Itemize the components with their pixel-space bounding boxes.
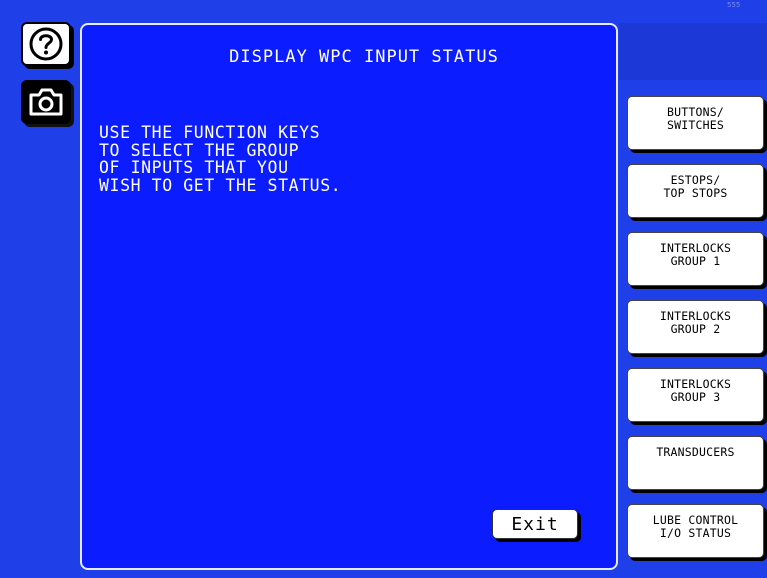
button-label-line2: I/O STATUS	[659, 526, 732, 540]
main-panel: DISPLAY WPC INPUT STATUS USE THE FUNCTIO…	[80, 23, 618, 570]
interlocks-group-3-button[interactable]: INTERLOCKS GROUP 3	[627, 368, 764, 422]
exit-button[interactable]: Exit	[492, 509, 578, 539]
instruction-line: WISH TO GET THE STATUS.	[99, 175, 342, 195]
estops-top-stops-button[interactable]: ESTOPS/ TOP STOPS	[627, 164, 764, 218]
top-right-panel	[619, 23, 767, 80]
screenshot-button[interactable]	[21, 80, 71, 124]
button-label-line1: TRANSDUCERS	[656, 445, 735, 459]
buttons-switches-button[interactable]: BUTTONS/ SWITCHES	[627, 96, 764, 150]
help-button[interactable]	[21, 22, 71, 66]
camera-icon	[29, 88, 63, 116]
interlocks-group-1-button[interactable]: INTERLOCKS GROUP 1	[627, 232, 764, 286]
instruction-line: OF INPUTS THAT YOU	[99, 158, 289, 177]
instruction-line: TO SELECT THE GROUP	[99, 140, 300, 160]
button-label-line2: TOP STOPS	[663, 186, 728, 200]
transducers-button[interactable]: TRANSDUCERS	[627, 436, 764, 490]
button-label-line2: GROUP 1	[670, 254, 721, 268]
instruction-line: USE THE FUNCTION KEYS	[99, 123, 321, 142]
button-label-line2: GROUP 3	[670, 390, 721, 404]
lube-control-io-status-button[interactable]: LUBE CONTROL I/O STATUS	[627, 504, 764, 558]
button-label-line2: GROUP 2	[670, 322, 721, 336]
button-label-line2: SWITCHES	[667, 118, 724, 132]
interlocks-group-2-button[interactable]: INTERLOCKS GROUP 2	[627, 300, 764, 354]
corner-mark: 555	[727, 1, 741, 9]
question-mark-circle-icon	[29, 27, 63, 61]
page-title: DISPLAY WPC INPUT STATUS	[229, 47, 499, 67]
instructions-text: USE THE FUNCTION KEYS TO SELECT THE GROU…	[99, 124, 341, 194]
